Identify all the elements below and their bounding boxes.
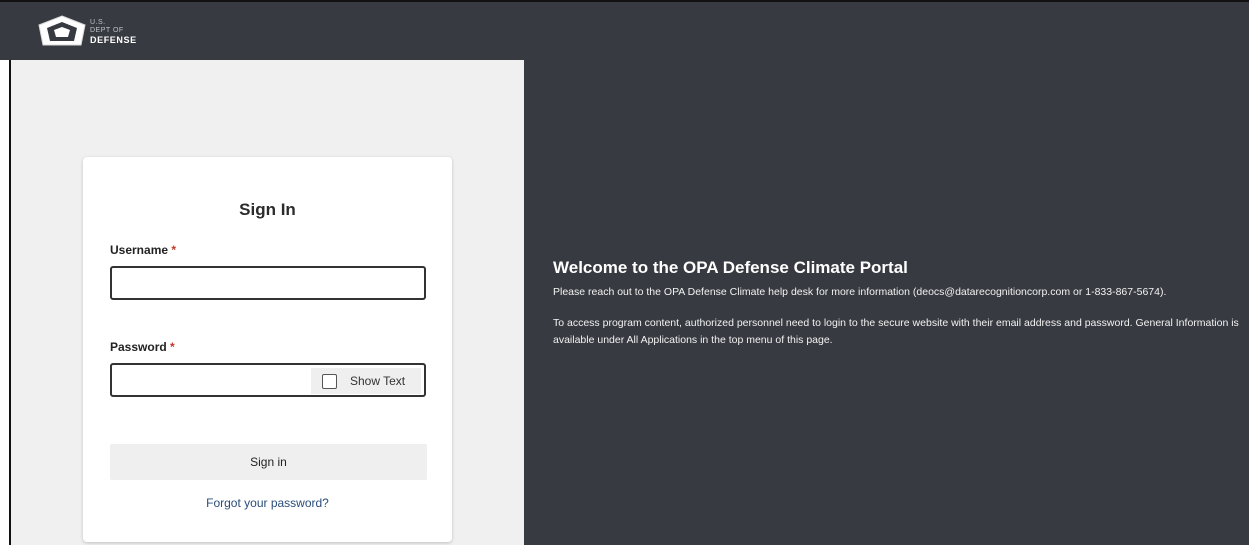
password-input[interactable] <box>112 365 312 395</box>
welcome-section: Welcome to the OPA Defense Climate Porta… <box>553 258 1249 349</box>
username-label-text: Username <box>110 243 169 257</box>
show-text-label: Show Text <box>350 374 406 388</box>
logo-line-3: DEFENSE <box>90 34 137 45</box>
signin-panel: Sign In Username * Password * Show Text … <box>9 60 524 545</box>
logo-text: U.S. DEPT OF DEFENSE <box>90 18 137 45</box>
username-input[interactable] <box>112 268 424 298</box>
password-required-marker: * <box>170 340 175 354</box>
logo-line-1: U.S. <box>90 18 106 26</box>
pentagon-seal-icon <box>38 15 86 46</box>
welcome-title: Welcome to the OPA Defense Climate Porta… <box>553 258 908 277</box>
password-field[interactable]: Show Text <box>110 363 426 397</box>
sign-in-button[interactable]: Sign in <box>110 444 427 480</box>
welcome-paragraph-2: To access program content, authorized pe… <box>553 317 1239 346</box>
show-text-toggle[interactable]: Show Text <box>311 368 421 394</box>
password-label: Password * <box>110 340 175 354</box>
top-header-bar: U.S. DEPT OF DEFENSE <box>0 0 1249 60</box>
username-required-marker: * <box>171 243 177 257</box>
forgot-password-link[interactable]: Forgot your password? <box>83 496 452 510</box>
username-field[interactable] <box>110 266 426 300</box>
left-edge <box>0 60 9 545</box>
logo-line-2: DEPT OF <box>90 26 124 34</box>
password-label-text: Password <box>110 340 167 354</box>
username-label: Username * <box>110 243 176 257</box>
show-text-checkbox[interactable] <box>322 373 337 389</box>
welcome-paragraph-1: Please reach out to the OPA Defense Clim… <box>553 286 1167 298</box>
dod-logo[interactable]: U.S. DEPT OF DEFENSE <box>35 11 137 51</box>
signin-title: Sign In <box>239 200 296 219</box>
signin-card: Sign In Username * Password * Show Text … <box>83 157 452 542</box>
